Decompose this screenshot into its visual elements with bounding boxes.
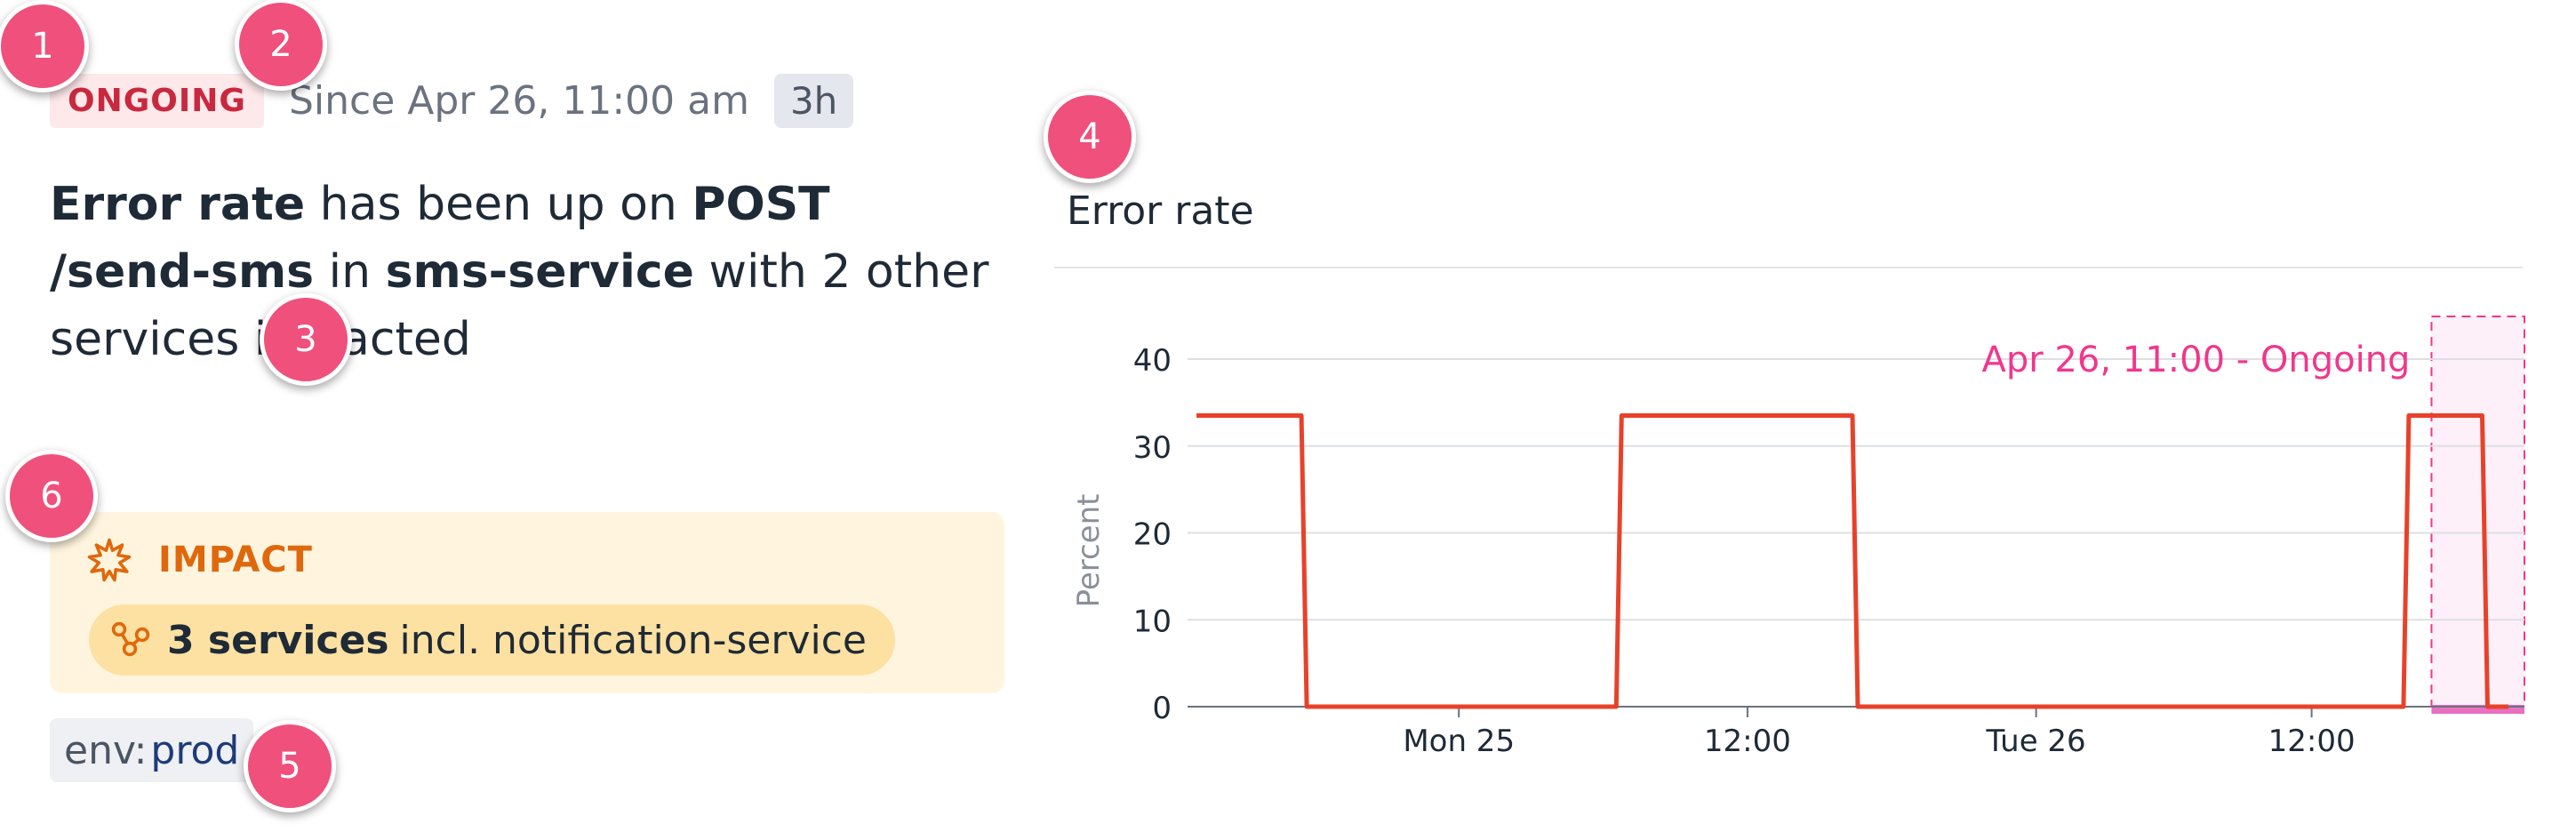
- impact-title: IMPACT: [158, 540, 313, 580]
- headline-text-1: has been up on: [305, 178, 692, 231]
- env-tag-key: env:: [64, 727, 148, 773]
- callout-3: 3: [260, 293, 352, 386]
- ongoing-region: [2431, 316, 2524, 707]
- services-count: 3 services: [167, 617, 389, 663]
- y-tick-label: 0: [1152, 691, 1172, 726]
- impact-header: IMPACT: [85, 533, 313, 587]
- headline-service: sms-service: [385, 245, 694, 299]
- impacted-services-pill[interactable]: 3 services incl. notification-service: [89, 604, 895, 676]
- explosion-icon: [87, 538, 132, 582]
- y-tick-label: 20: [1133, 517, 1172, 553]
- callout-5: 5: [244, 720, 336, 812]
- duration-badge: 3h: [773, 73, 854, 128]
- ongoing-annotation-label: Apr 26, 11:00 - Ongoing: [1982, 340, 2411, 380]
- x-tick-label: Tue 26: [1986, 724, 2086, 759]
- callout-4: 4: [1044, 91, 1136, 183]
- headline-metric: Error rate: [50, 178, 306, 231]
- x-tick-label: 12:00: [2268, 724, 2356, 759]
- headline-text-2: in: [314, 245, 386, 299]
- callout-2: 2: [235, 0, 327, 91]
- y-tick-label: 40: [1133, 343, 1172, 379]
- since-timestamp: Since Apr 26, 11:00 am: [288, 77, 749, 124]
- services-detail: incl. notification-service: [399, 617, 867, 663]
- callout-6: 6: [5, 450, 98, 542]
- incident-headline: Error rate has been up on POST /send-sms…: [50, 171, 992, 373]
- error-rate-chart: 0 10 20 30 40 Percent Mon 25 12:00 Tue 26 12:00 Ap…: [1071, 316, 2525, 759]
- chart-divider: [1054, 267, 2523, 268]
- y-tick-label: 30: [1133, 430, 1172, 466]
- impact-panel: IMPACT 3 services incl. notification-ser…: [50, 512, 1004, 693]
- y-tick-label: 10: [1133, 604, 1172, 639]
- env-tag[interactable]: env: prod: [50, 718, 254, 782]
- status-row: ONGOING Since Apr 26, 11:00 am 3h: [50, 69, 854, 132]
- status-badge: ONGOING: [50, 73, 264, 128]
- error-rate-series-line: [1196, 413, 2508, 709]
- env-tag-value: prod: [150, 727, 240, 773]
- x-tick-label: 12:00: [1704, 724, 1791, 759]
- chart-title: Error rate: [1067, 188, 1254, 234]
- y-axis-label: Percent: [1071, 494, 1107, 608]
- callout-1: 1: [0, 0, 89, 92]
- service-graph-icon: [111, 621, 150, 657]
- x-tick-label: Mon 25: [1403, 724, 1515, 759]
